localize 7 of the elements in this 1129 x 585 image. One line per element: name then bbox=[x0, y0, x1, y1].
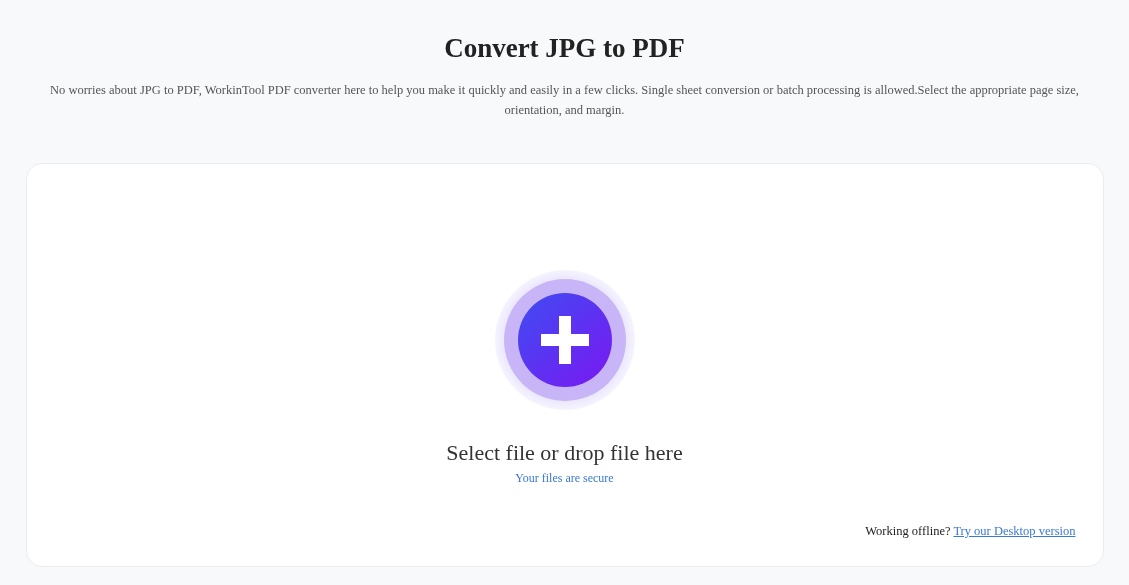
offline-note: Working offline? Try our Desktop version bbox=[865, 524, 1076, 539]
desktop-version-link[interactable]: Try our Desktop version bbox=[953, 524, 1076, 538]
page-title: Convert JPG to PDF bbox=[444, 32, 685, 65]
page-description: No worries about JPG to PDF, WorkinTool PDF converter here to help you make it quickly and easily in a few clicks. Single sheet conversion or batch processing is allowed.Select the appropriate page size, orientation, and margin. bbox=[49, 82, 1080, 119]
add-file-icon[interactable] bbox=[494, 270, 635, 410]
upload-prompt: Select file or drop file here bbox=[446, 440, 683, 466]
security-note: Your files are secure bbox=[515, 470, 614, 486]
